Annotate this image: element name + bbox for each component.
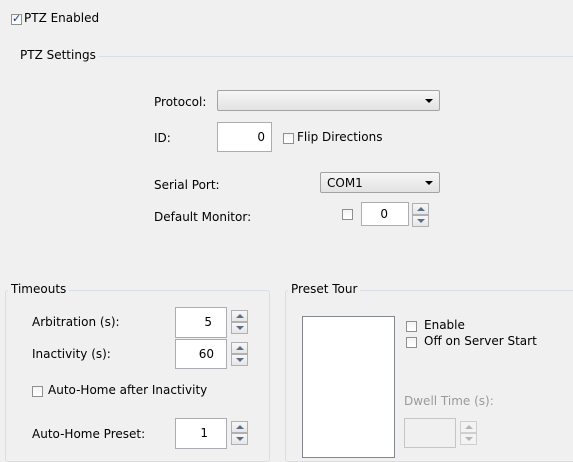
flip-directions-checkbox[interactable] — [283, 133, 294, 144]
autohome-label: Auto-Home after Inactivity — [48, 383, 208, 397]
off-on-start-checkbox[interactable] — [406, 337, 417, 348]
id-label: ID: — [154, 131, 171, 145]
inactivity-value: 60 — [198, 347, 214, 361]
dwell-time-input[interactable] — [404, 418, 456, 448]
arbitration-spinner[interactable] — [231, 310, 248, 334]
id-input[interactable]: 0 — [217, 122, 272, 152]
ptz-enabled-label: PTZ Enabled — [24, 11, 100, 25]
inactivity-input[interactable]: 60 — [175, 339, 227, 369]
ptz-enabled-checkbox[interactable] — [11, 12, 22, 25]
arbitration-label: Arbitration (s): — [32, 315, 120, 329]
chevron-down-icon — [425, 181, 433, 185]
autohome-preset-spinner[interactable] — [231, 421, 248, 445]
default-monitor-checkbox[interactable] — [342, 209, 353, 220]
spin-up-icon[interactable] — [231, 310, 248, 322]
timeouts-title: Timeouts — [8, 282, 70, 296]
arbitration-value: 5 — [204, 315, 212, 329]
protocol-dropdown[interactable] — [217, 90, 440, 111]
protocol-label: Protocol: — [154, 95, 207, 109]
serial-port-dropdown[interactable]: COM1 — [320, 172, 440, 193]
tour-enable-label: Enable — [424, 318, 465, 332]
spin-up-icon[interactable] — [231, 342, 248, 354]
flip-directions-label: Flip Directions — [297, 130, 383, 144]
dwell-time-spinner[interactable] — [460, 421, 477, 445]
default-monitor-input[interactable]: 0 — [361, 202, 409, 226]
preset-tour-title: Preset Tour — [288, 282, 361, 296]
serial-port-value: COM1 — [327, 176, 363, 190]
ptz-settings-title: PTZ Settings — [17, 48, 99, 62]
default-monitor-label: Default Monitor: — [154, 210, 252, 224]
ptz-settings-divider — [18, 56, 573, 57]
spin-down-icon[interactable] — [231, 322, 248, 334]
spin-down-icon[interactable] — [231, 354, 248, 366]
off-on-start-label: Off on Server Start — [424, 334, 537, 348]
chevron-down-icon — [425, 99, 433, 103]
spin-down-icon[interactable] — [231, 433, 248, 445]
default-monitor-spinner[interactable] — [412, 203, 429, 227]
id-value: 0 — [257, 130, 265, 144]
spin-down-icon[interactable] — [412, 215, 429, 227]
spin-up-icon[interactable] — [412, 203, 429, 215]
autohome-preset-label: Auto-Home Preset: — [32, 427, 146, 441]
preset-tour-list[interactable] — [302, 316, 395, 458]
default-monitor-value: 0 — [380, 207, 388, 221]
spin-up-icon[interactable] — [231, 421, 248, 433]
autohome-preset-input[interactable]: 1 — [175, 418, 227, 449]
inactivity-label: Inactivity (s): — [32, 347, 111, 361]
spin-down-icon[interactable] — [460, 433, 477, 445]
arbitration-input[interactable]: 5 — [175, 307, 227, 338]
autohome-preset-value: 1 — [200, 426, 208, 440]
tour-enable-checkbox[interactable] — [406, 321, 417, 332]
autohome-checkbox[interactable] — [32, 386, 43, 397]
inactivity-spinner[interactable] — [231, 342, 248, 366]
serial-port-label: Serial Port: — [154, 178, 220, 192]
dwell-time-label: Dwell Time (s): — [404, 394, 494, 408]
spin-up-icon[interactable] — [460, 421, 477, 433]
